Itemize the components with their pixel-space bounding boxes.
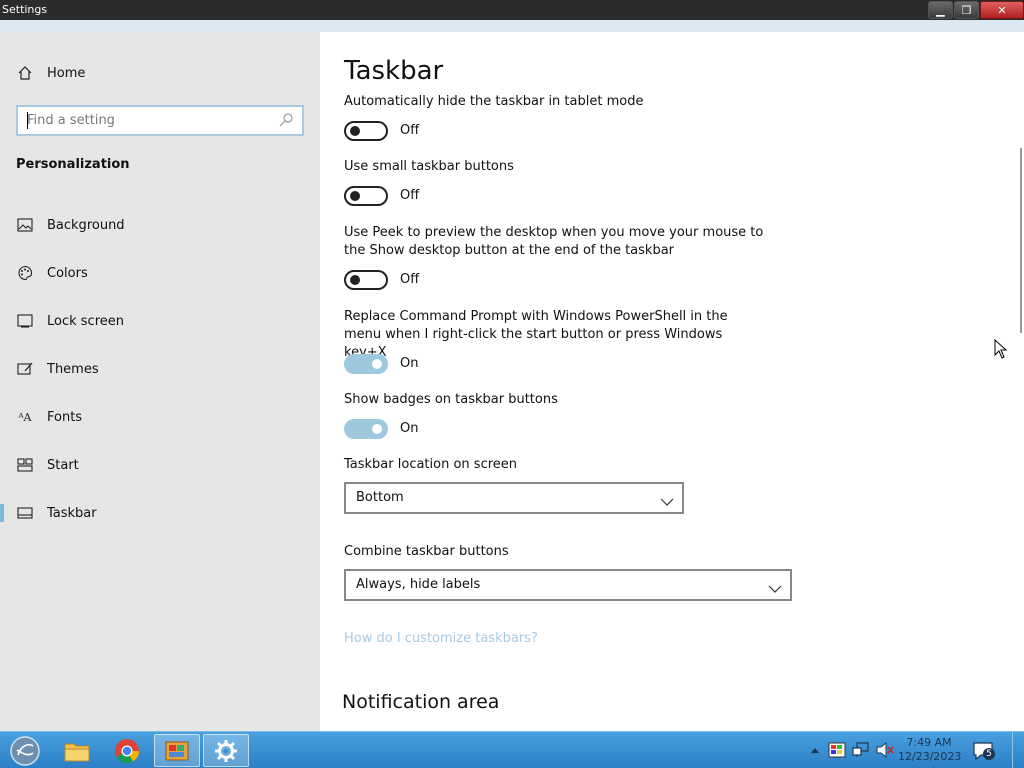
toggle-state: Off bbox=[400, 123, 420, 138]
dropdown-value: Always, hide labels bbox=[356, 577, 481, 592]
dropdown-value: Bottom bbox=[356, 490, 404, 505]
chrome-button[interactable] bbox=[104, 734, 150, 767]
sidebar-item-label: Fonts bbox=[47, 409, 83, 425]
sidebar-item-lock-screen[interactable]: Lock screen bbox=[0, 301, 320, 341]
help-link[interactable]: How do I customize taskbars? bbox=[344, 631, 538, 646]
clock-date: 12/23/2023 bbox=[898, 750, 962, 763]
toggle-knob bbox=[372, 359, 382, 369]
sidebar-item-background[interactable]: Background bbox=[0, 205, 320, 245]
notification-center-button[interactable]: 5 bbox=[972, 741, 995, 761]
selection-indicator bbox=[0, 504, 4, 522]
chevron-down-icon bbox=[660, 492, 674, 511]
close-icon: ✕ bbox=[997, 3, 1007, 17]
window-title: Settings bbox=[2, 3, 48, 16]
main-content: Taskbar Automatically hide the taskbar i… bbox=[320, 32, 1024, 731]
page-title: Taskbar bbox=[344, 56, 444, 86]
clock-time: 7:49 AM bbox=[906, 736, 952, 749]
sidebar-item-label: Home bbox=[47, 65, 86, 81]
title-accent-strip bbox=[0, 20, 1024, 32]
network-icon[interactable] bbox=[852, 742, 870, 758]
search-input[interactable]: Find a setting bbox=[16, 105, 304, 136]
file-manager-icon bbox=[165, 741, 189, 760]
notification-count-badge: 5 bbox=[983, 748, 995, 760]
chevron-down-icon bbox=[768, 579, 782, 598]
toggle-knob bbox=[372, 424, 382, 434]
toggle-knob bbox=[350, 275, 360, 285]
sidebar-item-themes[interactable]: Themes bbox=[0, 349, 320, 389]
toggle-powershell[interactable] bbox=[344, 354, 388, 374]
sidebar-item-label: Lock screen bbox=[47, 313, 124, 329]
sidebar-item-label: Taskbar bbox=[47, 505, 97, 521]
file-manager-button[interactable] bbox=[154, 734, 200, 767]
clock[interactable]: 7:49 AM 12/23/2023 bbox=[898, 736, 962, 764]
location-label: Taskbar location on screen bbox=[344, 457, 518, 472]
picture-icon bbox=[16, 216, 34, 234]
toggle-state: On bbox=[400, 356, 419, 371]
search-placeholder: Find a setting bbox=[27, 113, 115, 128]
start-button[interactable] bbox=[2, 734, 48, 767]
setting-label: Automatically hide the taskbar in tablet… bbox=[344, 94, 644, 109]
sidebar-item-home[interactable]: Home bbox=[0, 53, 320, 93]
minimize-icon: ▁ bbox=[936, 3, 945, 17]
sidebar-item-taskbar[interactable]: Taskbar bbox=[0, 493, 320, 533]
maximize-button[interactable]: ❐ bbox=[954, 1, 979, 19]
chrome-icon bbox=[115, 738, 139, 763]
folder-icon bbox=[64, 743, 90, 761]
minimize-button[interactable]: ▁ bbox=[928, 1, 953, 19]
start-icon bbox=[16, 456, 34, 474]
taskbar-location-dropdown[interactable]: Bottom bbox=[344, 482, 684, 514]
section-title: Personalization bbox=[16, 157, 130, 172]
home-icon bbox=[16, 64, 34, 82]
sidebar: Home Find a setting Personalization Back… bbox=[0, 32, 320, 731]
title-bar: Settings ▁ ❐ ✕ bbox=[0, 0, 1024, 20]
toggle-badges[interactable] bbox=[344, 419, 388, 439]
maximize-icon: ❐ bbox=[961, 3, 972, 17]
palette-icon bbox=[16, 264, 34, 282]
show-desktop-button[interactable] bbox=[1012, 732, 1024, 768]
toggle-small-buttons[interactable] bbox=[344, 186, 388, 206]
taskbar-icon bbox=[16, 504, 34, 522]
toggle-state: On bbox=[400, 421, 419, 436]
sidebar-item-start[interactable]: Start bbox=[0, 445, 320, 485]
show-hidden-icons-icon[interactable] bbox=[810, 746, 820, 754]
sidebar-item-label: Background bbox=[47, 217, 125, 233]
scrollbar-thumb[interactable] bbox=[1020, 148, 1022, 333]
start-orb-icon bbox=[10, 735, 40, 766]
action-center-flag-icon[interactable] bbox=[828, 742, 846, 758]
sidebar-item-fonts[interactable]: ᴬA Fonts bbox=[0, 397, 320, 437]
sidebar-item-colors[interactable]: Colors bbox=[0, 253, 320, 293]
volume-muted-icon[interactable] bbox=[876, 742, 894, 758]
text-caret bbox=[27, 112, 28, 129]
sidebar-item-label: Themes bbox=[47, 361, 99, 377]
setting-label: Show badges on taskbar buttons bbox=[344, 392, 558, 407]
close-button[interactable]: ✕ bbox=[980, 1, 1024, 19]
settings-button[interactable] bbox=[203, 734, 249, 767]
combine-label: Combine taskbar buttons bbox=[344, 544, 509, 559]
toggle-state: Off bbox=[400, 188, 420, 203]
toggle-state: Off bbox=[400, 272, 420, 287]
sidebar-item-label: Colors bbox=[47, 265, 88, 281]
mouse-cursor-icon bbox=[994, 339, 1008, 359]
themes-icon bbox=[16, 360, 34, 378]
taskbar: 7:49 AM 12/23/2023 5 bbox=[0, 731, 1024, 768]
setting-label: Replace Command Prompt with Windows Powe… bbox=[344, 309, 728, 360]
lock-screen-icon bbox=[16, 312, 34, 330]
search-icon[interactable] bbox=[278, 112, 294, 132]
sidebar-item-label: Start bbox=[47, 457, 79, 473]
gear-icon bbox=[215, 739, 237, 762]
toggle-hide-taskbar-tablet[interactable] bbox=[344, 121, 388, 141]
setting-label: Use small taskbar buttons bbox=[344, 159, 514, 174]
toggle-knob bbox=[350, 191, 360, 201]
setting-label: Use Peek to preview the desktop when you… bbox=[344, 225, 764, 258]
combine-buttons-dropdown[interactable]: Always, hide labels bbox=[344, 569, 792, 601]
file-explorer-button[interactable] bbox=[54, 734, 100, 767]
notification-area-heading: Notification area bbox=[342, 691, 500, 713]
fonts-icon: ᴬA bbox=[18, 410, 32, 424]
toggle-peek[interactable] bbox=[344, 270, 388, 290]
toggle-knob bbox=[350, 126, 360, 136]
